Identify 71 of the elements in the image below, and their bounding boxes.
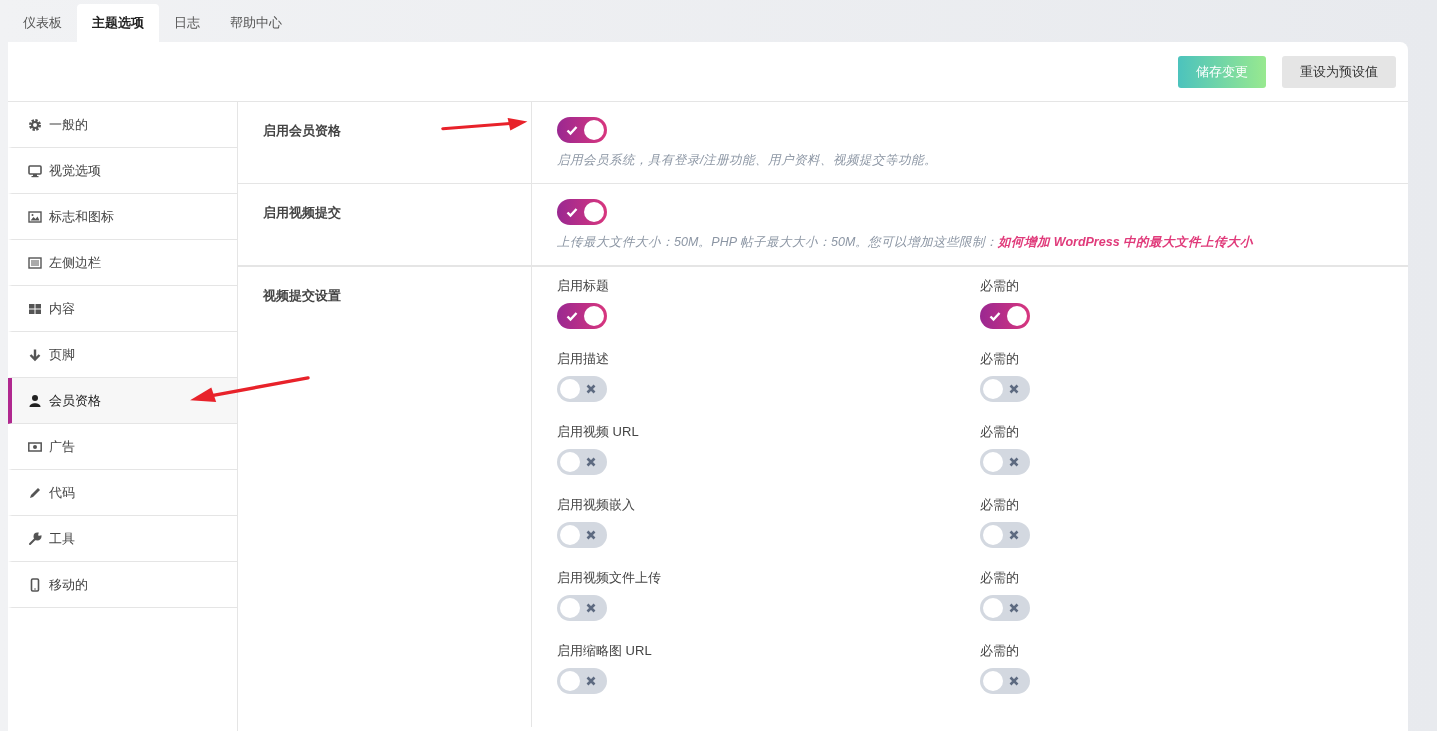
gear-icon — [28, 117, 42, 132]
toggle-switch[interactable] — [557, 449, 607, 475]
sidebar-item[interactable]: 移动的 — [8, 562, 237, 608]
tab[interactable]: 仪表板 — [8, 4, 77, 42]
toggle-switch[interactable] — [557, 522, 607, 548]
toggle-switch[interactable] — [980, 449, 1030, 475]
sidebar-item[interactable]: 视觉选项 — [8, 148, 237, 194]
toggle-switch[interactable] — [557, 199, 607, 225]
field-label: 必需的 — [980, 277, 1020, 295]
x-icon — [585, 383, 597, 395]
banknote-icon — [28, 439, 42, 454]
sidebar-item[interactable]: 一般的 — [8, 102, 237, 148]
x-icon — [1008, 602, 1020, 614]
list-icon — [28, 255, 42, 270]
setting-description: 启用会员系统，具有登录/注册功能、用户资料、视频提交等功能。 — [557, 152, 939, 169]
toggle-switch[interactable] — [980, 376, 1030, 402]
image-icon — [28, 209, 42, 224]
phone-icon — [28, 577, 42, 592]
sidebar-item[interactable]: 标志和图标 — [8, 194, 237, 240]
toggle-switch[interactable] — [557, 376, 607, 402]
sidebar-item[interactable]: 会员资格 — [8, 378, 237, 424]
check-icon — [566, 124, 578, 136]
toggle-switch[interactable] — [557, 595, 607, 621]
user-icon — [28, 393, 42, 408]
x-icon — [585, 456, 597, 468]
toggle-switch[interactable] — [557, 303, 607, 329]
field-label: 必需的 — [980, 569, 1020, 587]
field-label: 必需的 — [980, 642, 1020, 660]
toggle-switch[interactable] — [980, 522, 1030, 548]
sidebar-item[interactable]: 左侧边栏 — [8, 240, 237, 286]
tab[interactable]: 帮助中心 — [215, 4, 297, 42]
field-label: 必需的 — [980, 496, 1020, 514]
toggle-switch[interactable] — [980, 595, 1030, 621]
x-icon — [1008, 675, 1020, 687]
field-label: 启用标题 — [557, 277, 610, 295]
field-label: 启用描述 — [557, 350, 610, 368]
x-icon — [1008, 383, 1020, 395]
field-label: 启用缩略图 URL — [557, 642, 653, 660]
wrench-icon — [28, 531, 42, 546]
check-icon — [566, 206, 578, 218]
toggle-switch[interactable] — [980, 668, 1030, 694]
field-label: 必需的 — [980, 423, 1020, 441]
setting-label: 启用视频提交 — [238, 184, 532, 265]
pencil-icon — [28, 485, 42, 500]
sidebar-item[interactable]: 广告 — [8, 424, 237, 470]
help-link[interactable]: 如何增加 WordPress 中的最大文件上传大小 — [998, 235, 1254, 249]
tab[interactable]: 主题选项 — [77, 4, 159, 42]
setting-description: 上传最大文件大小：50M。PHP 帖子最大大小：50M。您可以增加这些限制：如何增加 WordPress 中的最大文件上传大小 — [557, 234, 1255, 251]
field-label: 必需的 — [980, 350, 1020, 368]
toggle-switch[interactable] — [557, 117, 607, 143]
sidebar-item[interactable]: 代码 — [8, 470, 237, 516]
field-label: 启用视频 URL — [557, 423, 640, 441]
grid-icon — [28, 301, 42, 316]
sidebar-item[interactable]: 工具 — [8, 516, 237, 562]
field-label: 启用视频嵌入 — [557, 496, 636, 514]
tab[interactable]: 日志 — [159, 4, 215, 42]
check-icon — [566, 310, 578, 322]
monitor-icon — [28, 163, 42, 178]
x-icon — [585, 602, 597, 614]
check-icon — [989, 310, 1001, 322]
toggle-switch[interactable] — [557, 668, 607, 694]
reset-button[interactable]: 重设为预设值 — [1282, 55, 1396, 88]
x-icon — [585, 675, 597, 687]
field-label: 启用视频文件上传 — [557, 569, 662, 587]
setting-label: 视频提交设置 — [238, 267, 532, 727]
x-icon — [1008, 456, 1020, 468]
down-arrow-icon — [28, 347, 42, 362]
x-icon — [585, 529, 597, 541]
x-icon — [1008, 529, 1020, 541]
toggle-switch[interactable] — [980, 303, 1030, 329]
sidebar-item[interactable]: 内容 — [8, 286, 237, 332]
